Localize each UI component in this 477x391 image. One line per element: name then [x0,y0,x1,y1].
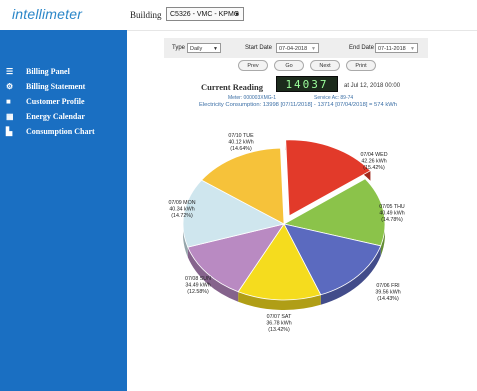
pie-label-thu: (14.78%) [381,217,403,223]
pie-label-fri: 07/06 FRI [376,283,399,289]
pie-label-sat: 36.78 kWh [266,321,291,327]
pie-label-fri: (14.43%) [377,296,399,302]
pie-label-wed: (15.42%) [363,165,385,171]
pie-label-tue: 07/10 TUE [228,133,254,139]
pie-label-thu: 40.49 kWh [379,211,404,217]
pie-label-fri: 39.56 kWh [375,290,400,296]
pie-label-sat: 07/07 SAT [267,314,292,320]
pie-label-thu: 07/05 THU [379,204,405,210]
pie-label-sun: 34.49 kWh [185,283,210,289]
pie-label-mon: 07/09 MON [168,200,195,206]
pie-label-sun: (12.58%) [187,289,209,295]
pie-label-sun: 07/08 SUN [185,276,211,282]
pie-label-mon: (14.72%) [171,213,193,219]
consumption-pie-chart: 07/04 WED42.26 kWh(15.42%) 07/05 THU40.49… [168,133,405,333]
pie-label-wed: 42.26 kWh [361,159,386,165]
pie-label-tue: (14.64%) [230,146,252,152]
pie-label-mon: 40.34 kWh [169,207,194,213]
pie-label-tue: 40.12 kWh [228,140,253,146]
pie-label-wed: 07/04 WED [360,152,387,158]
pie-label-sat: (13.42%) [268,327,290,333]
